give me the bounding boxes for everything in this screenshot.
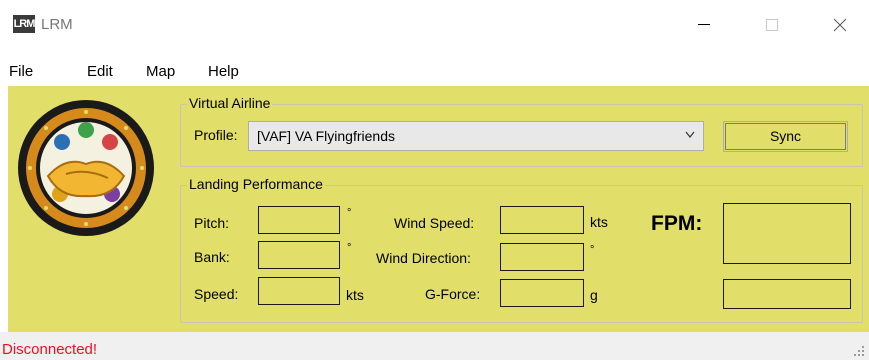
close-button[interactable] bbox=[817, 8, 863, 42]
close-icon bbox=[833, 18, 847, 32]
sync-button[interactable]: Sync bbox=[723, 121, 848, 152]
wind-speed-unit: kts bbox=[590, 214, 608, 230]
wind-direction-label: Wind Direction: bbox=[376, 250, 471, 266]
menu-file[interactable]: File bbox=[9, 63, 33, 80]
wind-direction-field bbox=[500, 243, 584, 271]
menu-help[interactable]: Help bbox=[208, 63, 239, 80]
wind-direction-unit: ° bbox=[590, 244, 595, 256]
pitch-label: Pitch: bbox=[194, 215, 230, 231]
profile-label: Profile: bbox=[194, 127, 238, 143]
title-bar: LRM LRM bbox=[0, 0, 869, 58]
profile-select-value: [VAF] VA Flyingfriends bbox=[257, 128, 395, 144]
menu-bar: File Edit Map Help bbox=[0, 58, 869, 86]
wind-speed-label: Wind Speed: bbox=[394, 215, 475, 231]
connection-status: Disconnected! bbox=[2, 341, 98, 358]
maximize-button[interactable] bbox=[749, 8, 795, 42]
bank-field bbox=[258, 241, 340, 269]
fpm-secondary-field bbox=[723, 279, 851, 309]
bank-label: Bank: bbox=[194, 249, 230, 265]
landing-performance-title: Landing Performance bbox=[187, 176, 325, 192]
maximize-icon bbox=[766, 19, 778, 31]
pitch-field bbox=[258, 206, 340, 234]
app-logo-icon: LRM bbox=[13, 15, 35, 33]
fpm-label: FPM: bbox=[651, 212, 703, 235]
minimize-button[interactable] bbox=[681, 8, 727, 42]
minimize-icon bbox=[698, 24, 710, 25]
wind-speed-field bbox=[500, 206, 584, 234]
gforce-field bbox=[500, 279, 584, 307]
virtual-airline-title: Virtual Airline bbox=[187, 95, 273, 111]
status-bar: Disconnected! bbox=[0, 332, 869, 360]
va-logo-icon bbox=[18, 100, 154, 236]
gforce-unit: g bbox=[590, 287, 598, 303]
fpm-field bbox=[723, 203, 851, 264]
gforce-label: G-Force: bbox=[425, 286, 481, 302]
speed-field bbox=[258, 277, 340, 305]
profile-select[interactable]: [VAF] VA Flyingfriends bbox=[248, 121, 704, 151]
menu-edit[interactable]: Edit bbox=[87, 63, 113, 80]
chevron-down-icon bbox=[685, 131, 695, 138]
resize-grip-icon[interactable] bbox=[853, 345, 865, 357]
pitch-unit: ° bbox=[347, 207, 352, 219]
bank-unit: ° bbox=[347, 242, 352, 254]
speed-label: Speed: bbox=[194, 286, 239, 302]
speed-unit: kts bbox=[346, 287, 364, 303]
window-title: LRM bbox=[41, 16, 73, 33]
menu-map[interactable]: Map bbox=[146, 63, 175, 80]
